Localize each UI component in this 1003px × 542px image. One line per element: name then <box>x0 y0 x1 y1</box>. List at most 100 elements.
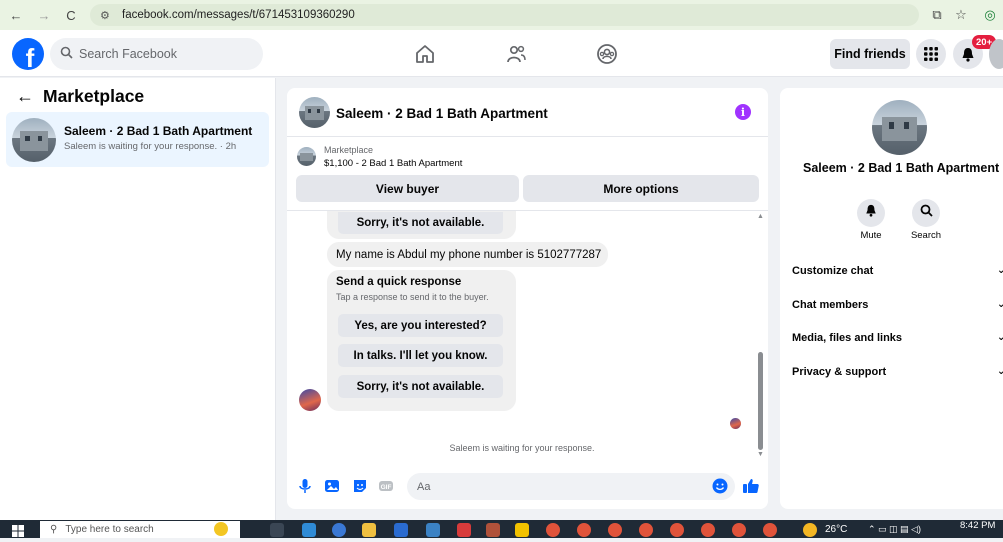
app-icon[interactable] <box>457 523 471 537</box>
listing-thumbnail <box>12 118 56 162</box>
facebook-logo-icon[interactable]: f <box>12 38 44 70</box>
scroll-down-icon[interactable]: ▼ <box>757 451 764 458</box>
mute-bell-icon <box>865 204 877 222</box>
system-tray-icons[interactable]: ⌃ ▭ ◫ ▤ ◁) <box>868 524 921 535</box>
search-placeholder: Search Facebook <box>79 47 177 61</box>
photo-icon[interactable] <box>324 478 340 494</box>
media-files-links-row[interactable]: Media, files and links ⌄ <box>792 332 1003 344</box>
read-receipt-avatar <box>730 418 741 429</box>
taskbar-search-placeholder: Type here to search <box>65 524 154 535</box>
search-icon: ⚲ <box>50 524 58 535</box>
home-icon[interactable] <box>413 42 437 66</box>
weather-widget-icon[interactable] <box>214 522 228 536</box>
menu-grid-icon[interactable] <box>916 39 946 69</box>
install-app-icon[interactable]: ⧉ <box>927 5 947 25</box>
row-label: Media, files and links <box>792 332 903 344</box>
privacy-support-row[interactable]: Privacy & support ⌄ <box>792 366 1003 378</box>
chrome-icon[interactable] <box>639 523 653 537</box>
conversation-preview: Saleem is waiting for your response. · 2… <box>64 141 237 152</box>
forward-icon[interactable]: → <box>34 5 54 25</box>
like-thumb-icon[interactable] <box>742 478 759 494</box>
sticker-icon[interactable] <box>352 478 368 494</box>
microphone-icon[interactable] <box>297 478 313 494</box>
waiting-status: Saleem is waiting for your response. <box>449 443 595 453</box>
quick-response-title: Send a quick response <box>336 276 462 288</box>
chevron-down-icon: ⌄ <box>997 366 1003 377</box>
chevron-down-icon: ⌄ <box>997 332 1003 343</box>
file-explorer-icon[interactable] <box>362 523 376 537</box>
search-icon <box>60 46 73 62</box>
app-icon[interactable] <box>515 523 529 537</box>
listing-category: Marketplace <box>324 145 374 155</box>
browser-icon[interactable] <box>332 523 346 537</box>
app-icon[interactable] <box>486 523 500 537</box>
app-icon[interactable] <box>426 523 440 537</box>
sender-avatar[interactable] <box>299 389 321 411</box>
reload-icon[interactable]: C <box>61 5 81 25</box>
task-view-icon[interactable] <box>270 523 284 537</box>
gif-icon[interactable]: GIF <box>378 478 394 494</box>
chat-members-row[interactable]: Chat members ⌄ <box>792 299 1003 311</box>
customize-chat-row[interactable]: Customize chat ⌄ <box>792 265 1003 277</box>
message-input[interactable]: Aa <box>407 473 735 500</box>
listing-description[interactable]: $1,100 - 2 Bad 1 Bath Apartment <box>324 158 462 169</box>
more-options-button[interactable]: More options <box>523 175 759 202</box>
message-text: My name is Abdul my phone number is 5102… <box>336 248 602 261</box>
mute-label: Mute <box>860 230 882 241</box>
svg-text:GIF: GIF <box>381 484 392 491</box>
quick-response-subtitle: Tap a response to send it to the buyer. <box>336 292 489 302</box>
message-input-placeholder: Aa <box>417 480 431 493</box>
weather-icon <box>803 523 817 537</box>
conversation-item[interactable]: Saleem · 2 Bad 1 Bath Apartment Saleem i… <box>6 112 269 167</box>
edge-icon[interactable] <box>302 523 316 537</box>
chrome-icon[interactable] <box>732 523 746 537</box>
search-chat-button[interactable] <box>912 199 940 227</box>
chrome-icon[interactable] <box>670 523 684 537</box>
divider <box>287 136 768 137</box>
emoji-icon[interactable] <box>712 478 728 494</box>
address-bar[interactable]: ⚙ facebook.com/messages/t/67145310936029… <box>90 4 919 26</box>
quick-reply-button[interactable]: Sorry, it's not available. <box>338 212 503 234</box>
view-buyer-button[interactable]: View buyer <box>296 175 519 202</box>
site-info-icon[interactable]: ⚙ <box>100 9 114 22</box>
row-label: Customize chat <box>792 265 874 277</box>
profile-icon[interactable]: ◎ <box>980 5 1000 25</box>
windows-start-icon[interactable] <box>12 524 24 542</box>
chrome-icon[interactable] <box>577 523 591 537</box>
bookmark-star-icon[interactable]: ☆ <box>951 5 971 25</box>
mute-button[interactable] <box>857 199 885 227</box>
quick-reply-interested-button[interactable]: Yes, are you interested? <box>338 314 503 337</box>
quick-reply-not-available-button[interactable]: Sorry, it's not available. <box>338 375 503 398</box>
groups-icon[interactable] <box>595 42 619 66</box>
search-icon <box>920 204 933 222</box>
store-icon[interactable] <box>394 523 408 537</box>
chrome-icon[interactable] <box>701 523 715 537</box>
info-icon[interactable]: i <box>735 104 751 120</box>
url-text: facebook.com/messages/t/671453109360290 <box>122 9 355 21</box>
info-avatar[interactable] <box>872 100 927 155</box>
info-name: Saleem · 2 Bad 1 Bath Apartment <box>803 161 1000 175</box>
clock-time[interactable]: 8:42 PM <box>960 520 995 531</box>
row-label: Chat members <box>792 299 869 311</box>
chat-title[interactable]: Saleem · 2 Bad 1 Bath Apartment <box>336 106 548 121</box>
back-icon[interactable]: ← <box>6 5 26 25</box>
account-avatar[interactable] <box>989 39 1003 69</box>
taskbar-search-input[interactable]: ⚲ Type here to search <box>40 521 240 538</box>
scrollbar-thumb[interactable] <box>758 352 763 450</box>
chrome-icon[interactable] <box>546 523 560 537</box>
chat-avatar[interactable] <box>299 97 330 128</box>
back-arrow-icon[interactable]: ← <box>16 86 34 107</box>
search-input[interactable]: Search Facebook <box>50 38 263 70</box>
message-bubble: My name is Abdul my phone number is 5102… <box>327 242 608 267</box>
chrome-icon[interactable] <box>763 523 777 537</box>
find-friends-button[interactable]: Find friends <box>830 39 910 69</box>
row-label: Privacy & support <box>792 366 887 378</box>
marketplace-header: ← Marketplace <box>16 86 144 107</box>
quick-reply-in-talks-button[interactable]: In talks. I'll let you know. <box>338 344 503 367</box>
friends-icon[interactable] <box>504 42 528 66</box>
scroll-up-icon[interactable]: ▲ <box>757 213 764 220</box>
temperature-readout[interactable]: 26°C <box>825 524 847 535</box>
listing-mini-thumbnail <box>297 147 316 166</box>
search-label: Search <box>910 230 942 241</box>
chrome-icon[interactable] <box>608 523 622 537</box>
